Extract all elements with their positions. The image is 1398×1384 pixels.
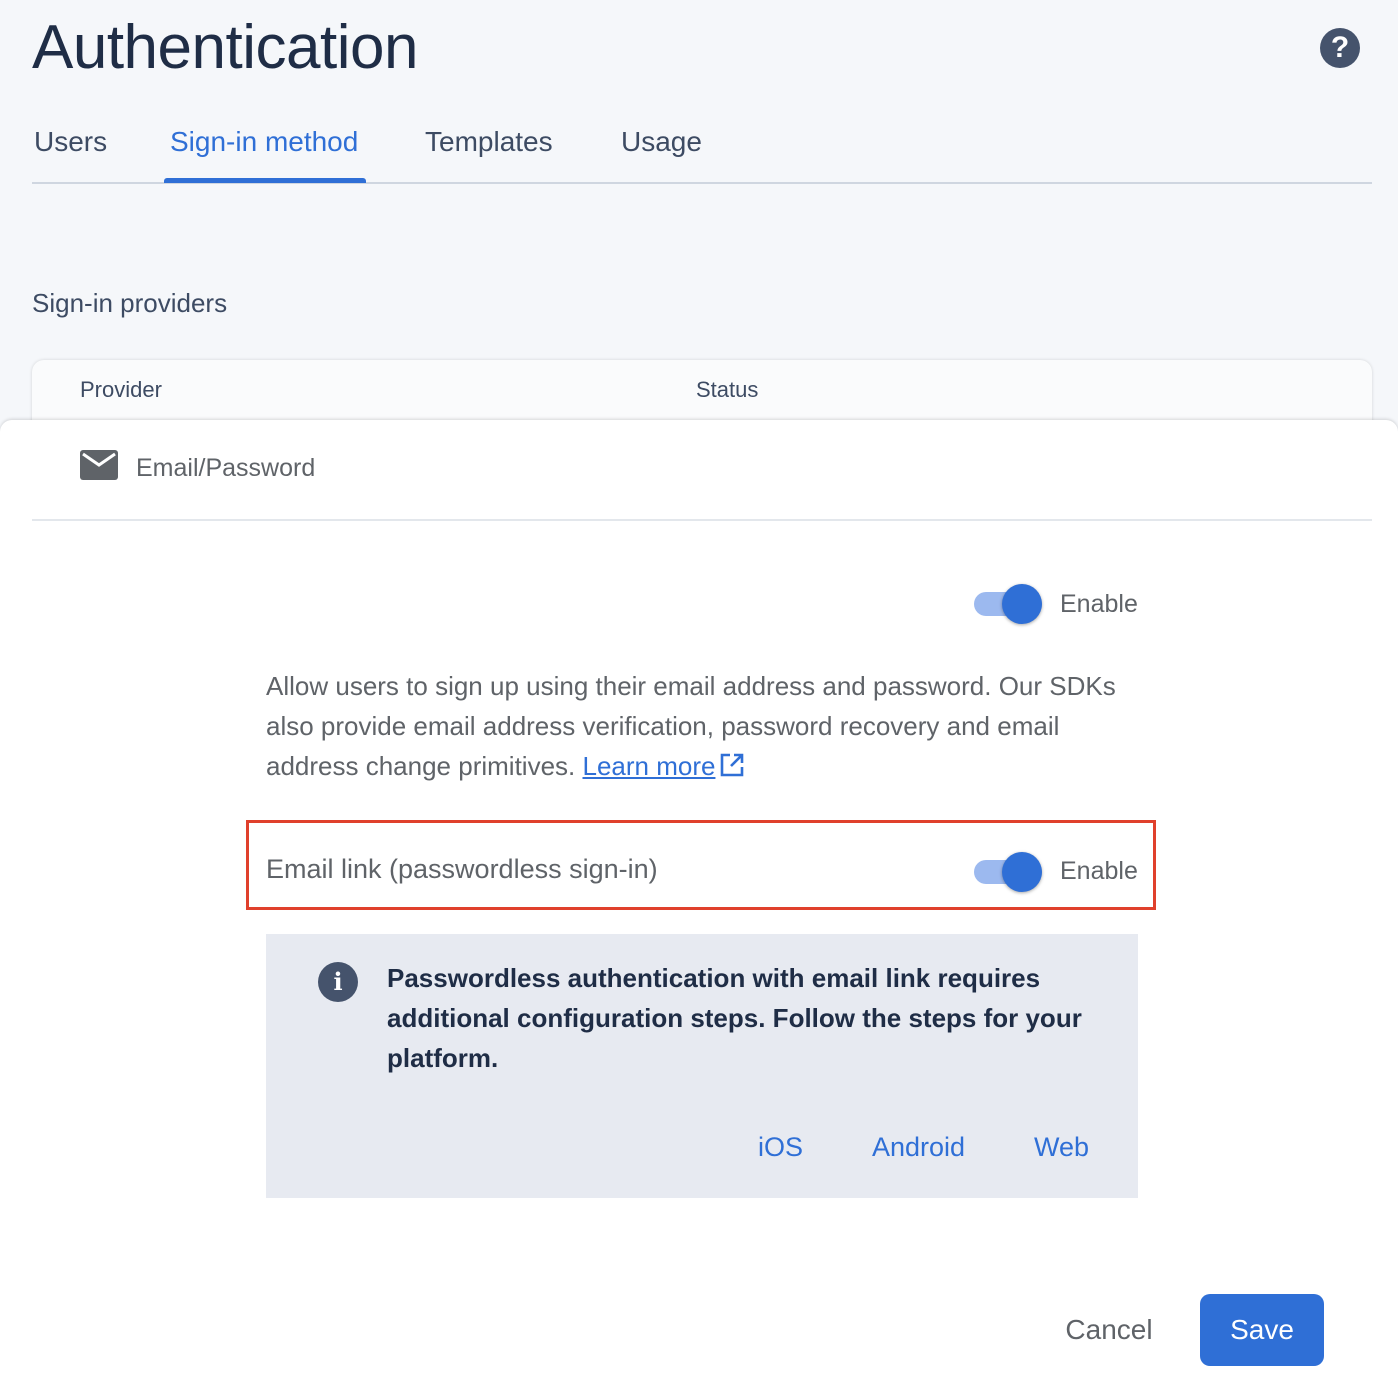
section-title: Sign-in providers [32,288,228,318]
ios-link[interactable]: iOS [758,1132,803,1163]
passwordless-info-box: i Passwordless authentication with email… [266,934,1138,1198]
tab-sign-in-method[interactable]: Sign-in method [170,126,358,158]
tab-bar: Users Sign-in method Templates Usage [32,120,1372,184]
active-tab-indicator [164,178,366,183]
toggle-knob [1002,852,1042,892]
external-link-icon [721,753,744,777]
email-password-enable-toggle[interactable] [972,582,1044,626]
email-link-label: Email link (passwordless sign-in) [266,854,658,884]
column-header-status: Status [696,377,759,402]
providers-table-header: Provider Status [32,360,1372,424]
save-button[interactable]: Save [1200,1294,1324,1366]
cancel-button[interactable]: Cancel [1048,1294,1170,1366]
tab-usage[interactable]: Usage [621,126,702,158]
email-link-enable-toggle[interactable] [972,850,1044,894]
provider-edit-panel: Email/Password Enable Allow users to sig… [0,420,1398,1384]
email-link-enable-label: Enable [1060,857,1138,885]
email-password-enable-label: Enable [1060,590,1138,618]
authentication-page: Authentication ? Users Sign-in method Te… [0,0,1398,1384]
provider-description: Allow users to sign up using their email… [266,666,1146,786]
info-icon: i [318,962,358,1002]
android-link[interactable]: Android [872,1132,965,1163]
tab-templates[interactable]: Templates [425,126,553,158]
provider-name: Email/Password [136,454,316,482]
provider-row-email-password: Email/Password [32,420,1372,521]
page-title: Authentication [32,13,418,82]
web-link[interactable]: Web [1034,1132,1089,1163]
learn-more-link[interactable]: Learn more [582,751,715,781]
info-text: Passwordless authentication with email l… [387,963,1082,1073]
column-header-provider: Provider [80,377,162,402]
help-circle-icon[interactable]: ? [1320,28,1360,68]
mail-icon [80,450,118,480]
toggle-knob [1002,584,1042,624]
tab-users[interactable]: Users [34,126,107,158]
